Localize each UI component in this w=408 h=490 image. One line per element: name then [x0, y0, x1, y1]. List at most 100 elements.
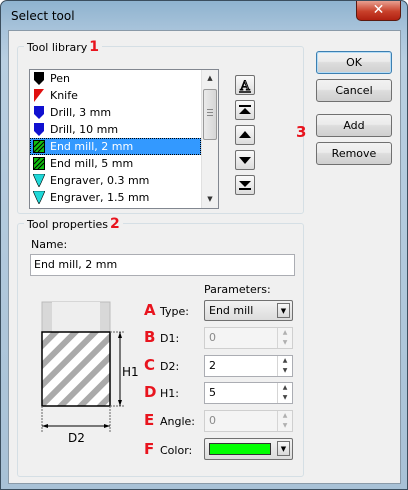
spin-down-icon[interactable]: ▼ — [278, 366, 292, 376]
engraver-icon — [32, 173, 46, 188]
callout-marker-1: 1 — [89, 39, 100, 55]
tool-list-item-label: Drill, 10 mm — [50, 123, 119, 136]
window-title: Select tool — [11, 9, 75, 23]
spin-down-icon[interactable]: ▼ — [278, 338, 292, 348]
move-to-top-button[interactable] — [235, 100, 255, 120]
d2-value: 2 — [209, 359, 216, 372]
title-bar[interactable]: Select tool ✕ — [1, 1, 407, 31]
sort-alpha-icon: A — [239, 79, 251, 95]
tool-properties-group: Tool properties 2 Name: End mill, 2 mm Pa… — [17, 216, 304, 477]
tool-properties-title: Tool properties — [27, 218, 108, 231]
add-button[interactable]: Add — [316, 114, 392, 137]
h1-label: H1: — [160, 387, 179, 400]
tool-list-item-label: Pen — [50, 72, 70, 85]
tool-properties-legend: Tool properties 2 — [24, 216, 123, 232]
d2-spinner[interactable]: 2 ▲ ▼ — [204, 355, 293, 377]
d2-spin-buttons[interactable]: ▲ ▼ — [277, 356, 292, 376]
drill-icon — [33, 106, 45, 119]
end-mill-icon — [33, 157, 45, 170]
tool-list-item[interactable]: Engraver, 0.3 mm — [30, 172, 201, 189]
color-label: Color: — [160, 444, 193, 457]
tool-list-item-label: End mill, 5 mm — [50, 157, 134, 170]
d1-label: D1: — [160, 332, 180, 345]
tool-list-item[interactable]: Drill, 10 mm — [30, 121, 201, 138]
callout-marker-a: A — [144, 301, 156, 319]
spin-up-icon[interactable]: ▲ — [278, 356, 292, 366]
spin-down-icon[interactable]: ▼ — [278, 421, 292, 431]
drill-icon — [33, 123, 45, 136]
h1-value: 5 — [209, 386, 216, 399]
spin-up-icon[interactable]: ▲ — [278, 411, 292, 421]
chevron-down-icon[interactable]: ▼ — [277, 441, 290, 456]
type-value: End mill — [209, 304, 254, 317]
callout-marker-f: F — [144, 440, 155, 458]
tool-list-item[interactable]: End mill, 2 mm — [30, 138, 201, 155]
tool-list-item-label: Knife — [50, 89, 78, 102]
cancel-button[interactable]: Cancel — [316, 79, 392, 102]
move-to-bottom-button[interactable] — [235, 175, 255, 195]
knife-icon — [33, 89, 45, 102]
tool-list-item[interactable]: Pen — [30, 70, 201, 87]
tool-list-item-label: Engraver, 1.5 mm — [50, 191, 150, 204]
tool-list-item[interactable]: Drill, 3 mm — [30, 104, 201, 121]
spin-up-icon[interactable]: ▲ — [278, 328, 292, 338]
callout-marker-2: 2 — [110, 216, 120, 232]
remove-button[interactable]: Remove — [316, 142, 392, 165]
angle-label: Angle: — [160, 415, 196, 428]
scroll-up-icon[interactable]: ▲ — [202, 70, 218, 87]
move-down-icon — [239, 157, 251, 164]
tool-library-group: Tool library 1 Pen Knife Drill, 3 mm Drill, … — [17, 39, 304, 214]
type-label: Type: — [160, 305, 189, 318]
dialog-client-area: Tool library 1 Pen Knife Drill, 3 mm Drill, … — [8, 30, 401, 484]
move-down-button[interactable] — [235, 150, 255, 170]
tool-list-scrollbar[interactable]: ▲ ▼ — [201, 70, 218, 208]
d2-dimension-label: D2 — [68, 431, 85, 445]
move-bottom-icon — [239, 181, 251, 190]
ok-button[interactable]: OK — [316, 51, 392, 74]
h1-spin-buttons[interactable]: ▲ ▼ — [277, 383, 292, 403]
tool-list-item-label: Engraver, 0.3 mm — [50, 174, 150, 187]
select-tool-dialog: Select tool ✕ Tool library 1 Pen Knife Dril… — [0, 0, 408, 490]
color-swatch — [209, 443, 271, 455]
parameters-label: Parameters: — [204, 283, 271, 296]
angle-spin-buttons[interactable]: ▲ ▼ — [277, 411, 292, 431]
tool-list[interactable]: Pen Knife Drill, 3 mm Drill, 10 mm End mill,… — [29, 69, 219, 209]
callout-marker-c: C — [144, 356, 156, 374]
d1-spin-buttons[interactable]: ▲ ▼ — [277, 328, 292, 348]
move-top-icon — [239, 105, 251, 114]
end-mill-diagram: H1 D2 — [41, 301, 139, 445]
d1-value: 0 — [209, 331, 216, 344]
name-label: Name: — [31, 238, 68, 251]
move-up-button[interactable] — [235, 125, 255, 145]
callout-marker-e: E — [144, 411, 155, 429]
chevron-down-icon[interactable]: ▼ — [277, 303, 290, 318]
tool-list-item-label: Drill, 3 mm — [50, 106, 112, 119]
angle-value: 0 — [209, 414, 216, 427]
tool-list-item[interactable]: Knife — [30, 87, 201, 104]
move-up-icon — [239, 131, 251, 138]
tool-list-item[interactable]: Engraver, 1.5 mm — [30, 189, 201, 206]
tool-list-item-label: End mill, 2 mm — [50, 140, 134, 153]
h1-spinner[interactable]: 5 ▲ ▼ — [204, 382, 293, 404]
spin-down-icon[interactable]: ▼ — [278, 393, 292, 403]
h1-dimension-label: H1 — [122, 365, 139, 379]
tool-name-field[interactable]: End mill, 2 mm — [30, 254, 295, 276]
d1-spinner[interactable]: 0 ▲ ▼ — [204, 327, 293, 349]
type-select[interactable]: End mill ▼ — [204, 300, 293, 321]
callout-marker-d: D — [144, 383, 157, 401]
callout-marker-b: B — [144, 328, 156, 346]
close-button[interactable]: ✕ — [356, 1, 401, 21]
scroll-down-icon[interactable]: ▼ — [202, 191, 218, 208]
sort-alphabetically-button[interactable]: A — [235, 75, 255, 95]
end-mill-icon — [33, 140, 45, 153]
tool-list-item[interactable]: End mill, 5 mm — [30, 155, 201, 172]
close-icon: ✕ — [372, 2, 385, 18]
angle-spinner[interactable]: 0 ▲ ▼ — [204, 410, 293, 432]
d2-label: D2: — [160, 360, 180, 373]
scrollbar-thumb[interactable] — [203, 89, 217, 140]
tool-library-title: Tool library — [27, 41, 88, 54]
tool-library-legend: Tool library 1 — [24, 39, 103, 55]
color-picker[interactable]: ▼ — [204, 438, 293, 460]
engraver-icon — [32, 190, 46, 205]
spin-up-icon[interactable]: ▲ — [278, 383, 292, 393]
